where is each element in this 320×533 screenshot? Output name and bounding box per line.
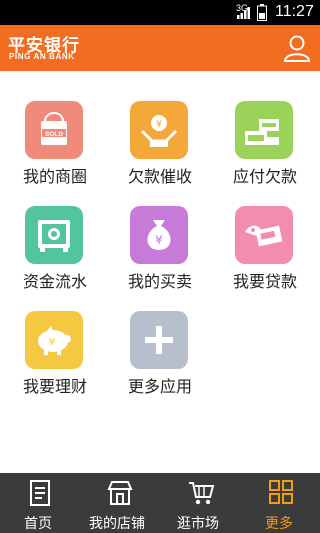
loan-icon [245,225,283,247]
app-wealth-management[interactable]: ¥ 我要理财 [5,281,105,396]
cash-payment-icon [245,119,279,145]
tile-cash-flow[interactable] [25,206,83,264]
tile-apply-loan[interactable] [235,206,293,264]
shopping-bag-icon: SOLD [41,112,67,145]
app-payables[interactable]: 应付欠款 [215,71,315,186]
svg-text:¥: ¥ [155,233,163,247]
svg-text:¥: ¥ [156,119,162,130]
tile-my-trades[interactable]: ¥ [130,206,188,264]
shopping-cart-icon [189,482,215,505]
app-label: 我要贷款 [232,272,297,291]
bottom-nav: 首页 我的店铺 逛市场 更多 [0,473,320,533]
app-more-apps[interactable]: 更多应用 [110,281,210,396]
svg-text:¥: ¥ [49,337,55,348]
nav-label: 首页 [24,516,52,532]
bank-logo-en: PING AN BANK [9,52,75,61]
nav-my-store[interactable]: 我的店铺 [80,473,160,533]
tile-my-business-circle[interactable]: SOLD [25,101,83,159]
user-icon[interactable] [282,33,312,63]
app-my-trades[interactable]: ¥ 我的买卖 [110,176,210,291]
nav-label: 逛市场 [177,516,219,532]
app-my-business-circle[interactable]: SOLD 我的商圈 [5,71,105,186]
clock: 11:27 [275,3,314,20]
app-header: 平安银行 PING AN BANK [0,25,320,71]
safe-icon [38,220,70,252]
app-label: 我要理财 [22,377,87,396]
nav-home[interactable]: 首页 [0,473,80,533]
money-hand-icon: ¥ [140,115,178,147]
app-cash-flow[interactable]: 资金流水 [5,176,105,291]
app-apply-loan[interactable]: 我要贷款 [215,176,315,291]
grid-icon [269,480,293,504]
store-icon [107,481,133,505]
tile-debt-collection[interactable]: ¥ [130,101,188,159]
battery-icon [257,4,267,21]
nav-label: 我的店铺 [89,516,145,532]
nav-more[interactable]: 更多 [240,473,320,533]
tile-more-apps[interactable] [130,311,188,369]
plus-icon [145,326,173,354]
home-document-icon [30,480,50,506]
nav-label: 更多 [265,516,293,532]
app-label: 更多应用 [127,377,192,396]
money-bag-icon: ¥ [147,220,171,250]
app-debt-collection[interactable]: ¥ 欠款催收 [110,71,210,186]
status-bar: 3G 11:27 [0,0,320,25]
nav-market[interactable]: 逛市场 [160,473,240,533]
tile-payables[interactable] [235,101,293,159]
signal-icon [237,7,250,19]
sold-badge: SOLD [45,131,63,138]
tile-wealth-management[interactable]: ¥ [25,311,83,369]
piggy-bank-icon: ¥ [38,326,71,355]
